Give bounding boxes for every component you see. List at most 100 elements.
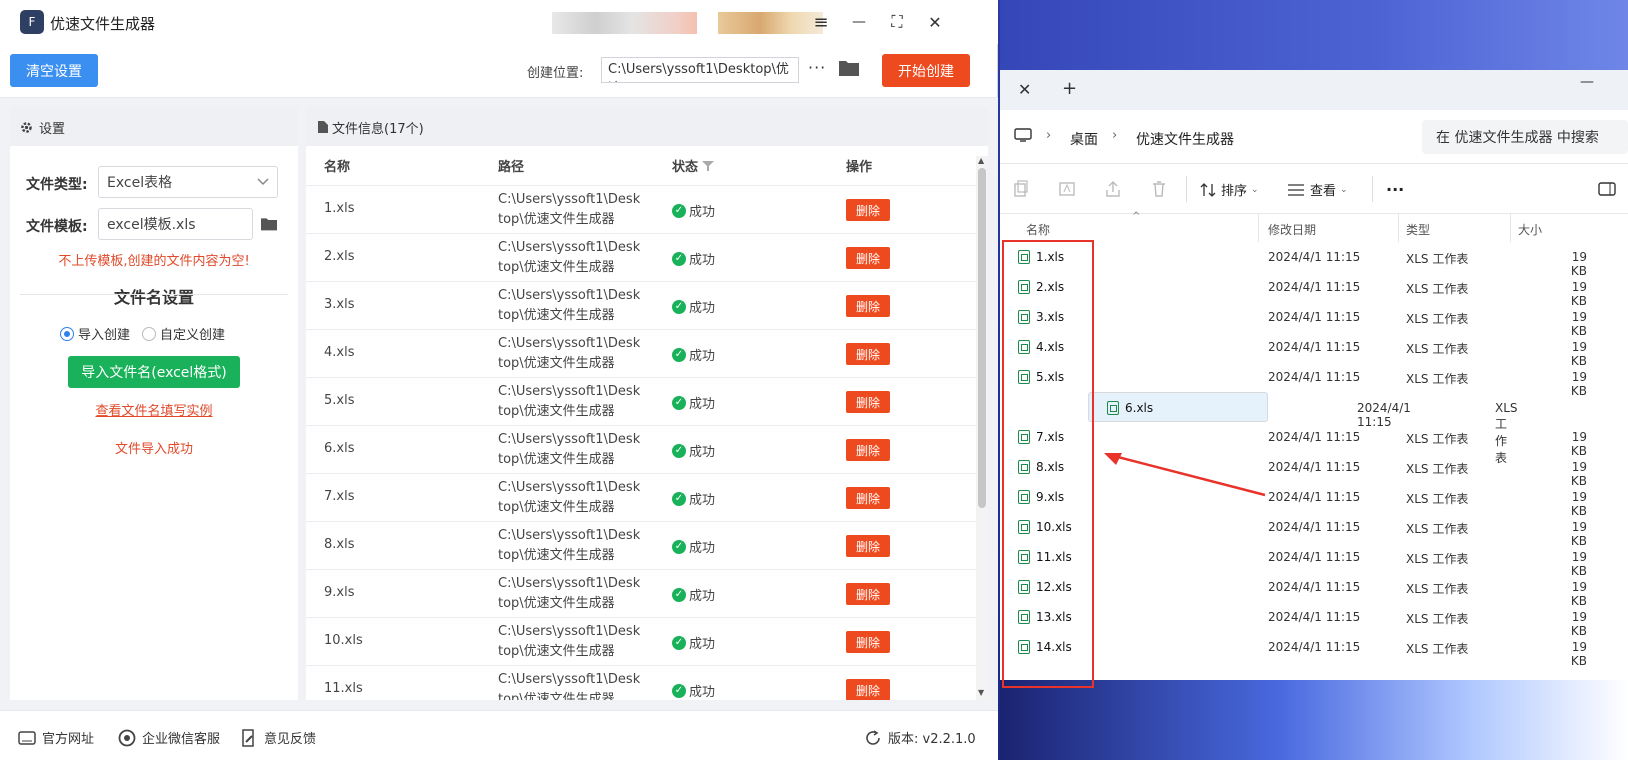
start-create-button[interactable]: 开始创建 xyxy=(882,54,970,87)
wechat-support-link[interactable]: 企业微信客服 xyxy=(118,728,220,747)
radio-custom-label: 自定义创建 xyxy=(160,328,226,343)
minimize-button[interactable]: — xyxy=(846,10,872,34)
radio-custom[interactable] xyxy=(142,326,157,341)
feedback-link[interactable]: 意见反馈 xyxy=(240,728,316,747)
file-list-item[interactable]: 13.xls 2024/4/1 11:15 XLS 工作表 19 KB xyxy=(1000,602,1628,638)
file-type-select[interactable]: Excel表格 xyxy=(98,166,278,198)
file-list-item[interactable]: 12.xls 2024/4/1 11:15 XLS 工作表 19 KB xyxy=(1000,572,1628,608)
scroll-down-icon[interactable]: ▼ xyxy=(978,688,984,697)
sort-button[interactable]: 排序 ⌄ xyxy=(1200,180,1259,199)
scroll-up-icon[interactable]: ▲ xyxy=(978,156,984,165)
breadcrumb-separator-icon: › xyxy=(1112,128,1118,143)
row-path-line2: top\优速文件生成器 xyxy=(498,308,615,323)
file-name: 12.xls xyxy=(1036,580,1072,594)
row-path-line2: top\优速文件生成器 xyxy=(498,548,615,563)
details-pane-icon[interactable] xyxy=(1598,180,1616,198)
computer-icon[interactable] xyxy=(1014,128,1032,142)
file-explorer-window: ✕ + — › 桌面 › 优速文件生成器 在 优速文件生成器 中搜索 排序 ⌄ … xyxy=(1000,70,1628,680)
row-filename: 11.xls xyxy=(324,681,363,696)
column-divider[interactable] xyxy=(1510,214,1511,242)
scroll-thumb[interactable] xyxy=(978,168,986,508)
file-list-item[interactable]: 8.xls 2024/4/1 11:15 XLS 工作表 19 KB xyxy=(1000,452,1628,488)
file-name: 8.xls xyxy=(1036,460,1065,474)
delete-button[interactable]: 删除 xyxy=(846,487,890,509)
more-commands-button[interactable]: ··· xyxy=(1386,180,1404,199)
blurred-user-info xyxy=(552,12,697,34)
location-input[interactable]: C:\Users\yssoft1\Desktop\优速 xyxy=(601,57,799,83)
column-date[interactable]: 修改日期 xyxy=(1268,221,1316,238)
row-status-text: 成功 xyxy=(689,541,716,556)
file-date: 2024/4/1 11:15 xyxy=(1268,310,1361,324)
example-link[interactable]: 查看文件名填写实例 xyxy=(10,400,298,419)
breadcrumb-desktop[interactable]: 桌面 xyxy=(1070,129,1098,149)
radio-import-label: 导入创建 xyxy=(78,328,131,343)
table-row: 7.xls C:\Users\yssoft1\Desk top\优速文件生成器 ✓ 成功… xyxy=(306,474,976,522)
row-path-line2: top\优速文件生成器 xyxy=(498,692,615,700)
row-path: C:\Users\yssoft1\Desk top\优速文件生成器 xyxy=(498,478,648,518)
delete-button[interactable]: 删除 xyxy=(846,679,890,700)
website-link[interactable]: 官方网址 xyxy=(18,728,94,747)
excel-file-icon xyxy=(1018,280,1030,294)
tab-close-icon[interactable]: ✕ xyxy=(1018,80,1031,99)
check-icon: ✓ xyxy=(672,299,686,314)
menu-icon[interactable]: ≡ xyxy=(808,10,834,34)
more-options-button[interactable]: ··· xyxy=(808,58,826,77)
file-list-item[interactable]: 9.xls 2024/4/1 11:15 XLS 工作表 19 KB xyxy=(1000,482,1628,518)
rename-icon[interactable] xyxy=(1058,180,1076,198)
delete-button[interactable]: 删除 xyxy=(846,631,890,653)
section-divider xyxy=(20,294,288,295)
close-button[interactable]: ✕ xyxy=(922,10,948,34)
maximize-button[interactable]: ⛶ xyxy=(884,10,910,34)
check-icon: ✓ xyxy=(672,635,686,650)
file-list-item[interactable]: 1.xls 2024/4/1 11:15 XLS 工作表 19 KB xyxy=(1000,242,1628,278)
copy-icon[interactable] xyxy=(1012,180,1030,198)
share-icon[interactable] xyxy=(1104,180,1122,198)
template-input[interactable]: excel模板.xls xyxy=(98,208,253,240)
table-scrollbar[interactable]: ▲ ▼ xyxy=(976,156,988,700)
row-filename: 10.xls xyxy=(324,633,363,648)
file-list-item[interactable]: 3.xls 2024/4/1 11:15 XLS 工作表 19 KB xyxy=(1000,302,1628,338)
delete-button[interactable]: 删除 xyxy=(846,343,890,365)
column-type[interactable]: 类型 xyxy=(1406,221,1430,238)
explorer-minimize-button[interactable]: — xyxy=(1580,74,1594,90)
column-divider[interactable] xyxy=(1258,214,1259,242)
new-tab-icon[interactable]: + xyxy=(1062,78,1077,99)
file-list-item[interactable]: 10.xls 2024/4/1 11:15 XLS 工作表 19 KB xyxy=(1000,512,1628,548)
filter-icon[interactable] xyxy=(702,160,715,171)
row-status-text: 成功 xyxy=(689,493,716,508)
file-list-item[interactable]: 5.xls 2024/4/1 11:15 XLS 工作表 19 KB xyxy=(1000,362,1628,398)
check-icon: ✓ xyxy=(672,539,686,554)
footer: 官方网址 企业微信客服 意见反馈 版本: v2.2.1.0 xyxy=(0,710,998,760)
row-path-line2: top\优速文件生成器 xyxy=(498,212,615,227)
toolbar: 清空设置 创建位置: C:\Users\yssoft1\Desktop\优速 ·… xyxy=(0,44,998,98)
template-folder-icon[interactable] xyxy=(260,216,278,232)
file-list-item[interactable]: 7.xls 2024/4/1 11:15 XLS 工作表 19 KB xyxy=(1000,422,1628,458)
explorer-search-input[interactable]: 在 优速文件生成器 中搜索 xyxy=(1422,120,1628,154)
delete-button[interactable]: 删除 xyxy=(846,391,890,413)
file-list-item[interactable]: 14.xls 2024/4/1 11:15 XLS 工作表 19 KB xyxy=(1000,632,1628,668)
clear-settings-button[interactable]: 清空设置 xyxy=(10,54,98,87)
breadcrumb-folder[interactable]: 优速文件生成器 xyxy=(1136,129,1234,149)
file-list-item[interactable]: 11.xls 2024/4/1 11:15 XLS 工作表 19 KB xyxy=(1000,542,1628,578)
delete-button[interactable]: 删除 xyxy=(846,199,890,221)
delete-button[interactable]: 删除 xyxy=(846,295,890,317)
delete-button[interactable]: 删除 xyxy=(846,583,890,605)
row-status: ✓ 成功 xyxy=(672,489,715,508)
file-list-item[interactable]: 6.xls2024/4/1 11:15XLS 工作表19 KB xyxy=(1088,392,1518,465)
check-icon: ✓ xyxy=(672,443,686,458)
version-info[interactable]: 版本: v2.2.1.0 xyxy=(864,728,976,747)
column-divider[interactable] xyxy=(1398,214,1399,242)
delete-icon[interactable] xyxy=(1150,180,1168,198)
file-list-item[interactable]: 2.xls 2024/4/1 11:15 XLS 工作表 19 KB xyxy=(1000,272,1628,308)
column-name[interactable]: 名称 xyxy=(1026,221,1050,238)
delete-button[interactable]: 删除 xyxy=(846,535,890,557)
folder-icon[interactable] xyxy=(838,58,860,78)
import-filenames-button[interactable]: 导入文件名(excel格式) xyxy=(68,356,240,388)
radio-import[interactable] xyxy=(60,326,74,341)
view-button[interactable]: 查看 ⌄ xyxy=(1288,180,1348,199)
delete-button[interactable]: 删除 xyxy=(846,247,890,269)
column-size[interactable]: 大小 xyxy=(1518,221,1542,238)
row-path-line1: C:\Users\yssoft1\Desk xyxy=(498,240,641,255)
file-list-item[interactable]: 4.xls 2024/4/1 11:15 XLS 工作表 19 KB xyxy=(1000,332,1628,368)
delete-button[interactable]: 删除 xyxy=(846,439,890,461)
